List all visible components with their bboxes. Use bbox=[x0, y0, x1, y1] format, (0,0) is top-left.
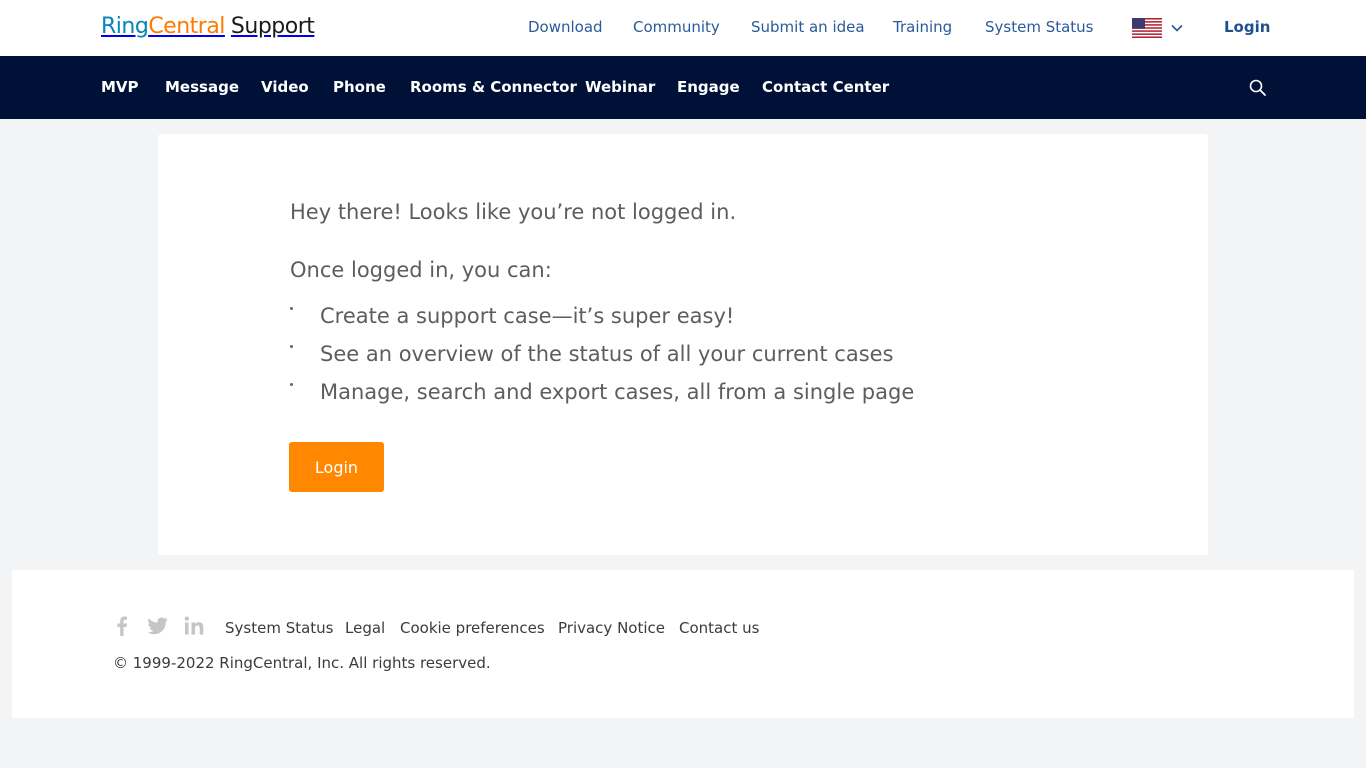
twitter-icon[interactable] bbox=[145, 614, 171, 638]
main-nav-contact-center[interactable]: Contact Center bbox=[762, 78, 889, 96]
main-nav-rooms-connector[interactable]: Rooms & Connector bbox=[410, 78, 577, 96]
benefit-text: See an overview of the status of all you… bbox=[320, 342, 894, 366]
login-prompt-card: Hey there! Looks like you’re not logged … bbox=[158, 134, 1208, 555]
copyright-text: © 1999-2022 RingCentral, Inc. All rights… bbox=[113, 654, 491, 672]
nav-community[interactable]: Community bbox=[633, 18, 720, 36]
list-item: See an overview of the status of all you… bbox=[290, 338, 914, 376]
top-header: Ring Central Support Download Community Su… bbox=[0, 0, 1366, 56]
footer-link-privacy-notice[interactable]: Privacy Notice bbox=[558, 619, 665, 637]
linkedin-icon[interactable] bbox=[182, 614, 208, 638]
login-button[interactable]: Login bbox=[289, 442, 384, 492]
footer-link-legal[interactable]: Legal bbox=[345, 619, 385, 637]
bullet-icon bbox=[290, 345, 293, 348]
benefits-list: Create a support case—it’s super easy! S… bbox=[290, 300, 914, 414]
search-icon[interactable] bbox=[1248, 78, 1268, 98]
main-nav-mvp[interactable]: MVP bbox=[101, 78, 139, 96]
footer-link-cookie-preferences[interactable]: Cookie preferences bbox=[400, 619, 545, 637]
main-nav-video[interactable]: Video bbox=[261, 78, 309, 96]
header-login-link[interactable]: Login bbox=[1224, 18, 1270, 36]
main-nav-webinar[interactable]: Webinar bbox=[585, 78, 655, 96]
nav-training[interactable]: Training bbox=[893, 18, 952, 36]
nav-system-status[interactable]: System Status bbox=[985, 18, 1094, 36]
main-nav-engage[interactable]: Engage bbox=[677, 78, 740, 96]
list-item: Manage, search and export cases, all fro… bbox=[290, 376, 914, 414]
footer-link-contact-us[interactable]: Contact us bbox=[679, 619, 759, 637]
facebook-icon[interactable] bbox=[109, 614, 135, 638]
bullet-icon bbox=[290, 383, 293, 386]
main-nav-phone[interactable]: Phone bbox=[333, 78, 386, 96]
us-flag-icon[interactable] bbox=[1132, 18, 1162, 38]
nav-submit-an-idea[interactable]: Submit an idea bbox=[751, 18, 865, 36]
chevron-down-icon[interactable] bbox=[1170, 21, 1184, 35]
list-item: Create a support case—it’s super easy! bbox=[290, 300, 914, 338]
main-nav: MVP Message Video Phone Rooms & Connecto… bbox=[0, 56, 1366, 119]
footer: System Status Legal Cookie preferences P… bbox=[12, 570, 1354, 718]
main-nav-message[interactable]: Message bbox=[165, 78, 239, 96]
bullet-icon bbox=[290, 307, 293, 310]
footer-link-system-status[interactable]: System Status bbox=[225, 619, 334, 637]
intro-text: Once logged in, you can: bbox=[290, 258, 552, 282]
benefit-text: Manage, search and export cases, all fro… bbox=[320, 380, 915, 404]
nav-download[interactable]: Download bbox=[528, 18, 603, 36]
greeting-text: Hey there! Looks like you’re not logged … bbox=[290, 200, 737, 224]
benefit-text: Create a support case—it’s super easy! bbox=[320, 304, 735, 328]
